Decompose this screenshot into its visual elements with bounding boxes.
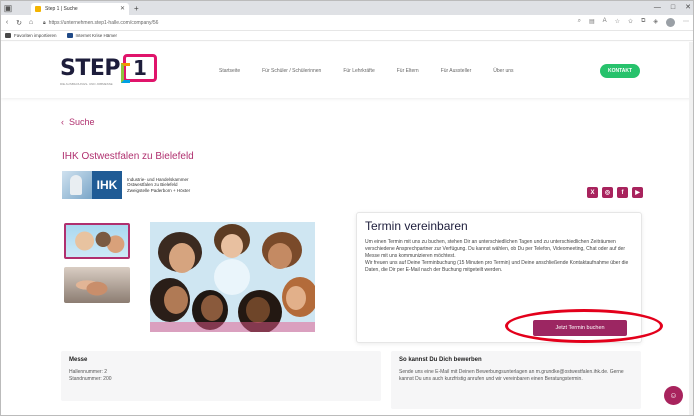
appointment-text-1: Um einen Termin mit uns zu buchen, stehe… — [365, 239, 625, 259]
close-window-icon[interactable]: ✕ — [685, 1, 691, 15]
nav-eltern[interactable]: Für Eltern — [397, 68, 419, 74]
ihk-logo-image — [62, 171, 92, 199]
messe-title: Messe — [69, 357, 88, 363]
bookmarks-bar: Favoriten importieren Internet Krise Häm… — [1, 31, 693, 41]
thumbnail-group-photo[interactable] — [64, 223, 130, 259]
bookmark-label: Internet Krise Hämer — [75, 33, 118, 38]
browser-tab-active[interactable]: Step 1 | Suche ✕ — [31, 3, 129, 15]
group-photo — [150, 222, 315, 332]
browser-window: ▣ Step 1 | Suche ✕ + — □ ✕ ‹ ↻ ⌂ 🔒︎ http… — [0, 0, 694, 416]
page-scrollbar[interactable] — [689, 42, 693, 415]
reload-icon[interactable]: ↻ — [13, 19, 25, 27]
back-label: Suche — [69, 117, 95, 127]
favorites-icon[interactable]: ✩ — [628, 18, 633, 27]
step1-logo[interactable]: STEP 1 — [60, 54, 158, 83]
tab-favicon-icon — [35, 6, 41, 12]
messe-card: Messe Hallennummer: 2 Standnummer: 200 — [61, 351, 381, 401]
site-header: STEP 1 DIE AUSBILDUNGS- UND JOBMESSE Sta… — [1, 42, 693, 98]
bookmark-favicon-icon — [66, 33, 73, 38]
tab-close-icon[interactable]: ✕ — [120, 5, 125, 12]
chat-button[interactable]: ☺ — [664, 386, 683, 405]
standnummer: Standnummer: 200 — [69, 376, 112, 382]
chevron-left-icon: ‹ — [61, 117, 64, 127]
social-links: X ◎ f ▶ — [587, 187, 643, 198]
tab-title: Step 1 | Suche — [45, 6, 78, 12]
back-arrow-icon[interactable]: ‹ — [1, 19, 13, 26]
nav-lehrkraefte[interactable]: Für Lehrkräfte — [343, 68, 374, 74]
nav-ueber-uns[interactable]: Über uns — [493, 68, 513, 74]
application-text: Sende uns eine E-Mail mit Deinen Bewerbu… — [399, 369, 624, 382]
new-tab-icon[interactable]: + — [134, 4, 139, 13]
youtube-icon[interactable]: ▶ — [632, 187, 643, 198]
minimize-icon[interactable]: — — [654, 1, 661, 15]
company-title: IHK Ostwestfalen zu Bielefeld — [62, 151, 194, 162]
back-to-search-link[interactable]: ‹ Suche — [61, 117, 95, 127]
reader-mode-icon[interactable]: ▤ — [589, 18, 595, 27]
ihk-line: Zweigstelle Paderborn + Höxter — [127, 187, 191, 193]
appointment-text-2: Wir freuen uns auf Deine Terminbuchung (… — [365, 260, 629, 273]
bookmark-label: Favoriten importieren — [14, 33, 57, 38]
profile-avatar[interactable] — [666, 18, 675, 27]
bookmark-import[interactable]: Favoriten importieren — [5, 33, 57, 38]
logo-badge: 1 — [121, 54, 158, 83]
hallennummer: Hallennummer: 2 — [69, 369, 108, 375]
application-card: So kannst Du Dich bewerben Sende uns ein… — [391, 351, 641, 409]
zoom-icon[interactable]: ⌕ — [578, 18, 581, 27]
home-icon[interactable]: ⌂ — [25, 19, 37, 26]
thumbnail-hands-photo[interactable] — [64, 267, 130, 303]
maximize-icon[interactable]: □ — [671, 1, 675, 15]
nav-schueler[interactable]: Für Schüler / Schülerinnen — [262, 68, 321, 74]
facebook-icon[interactable]: f — [617, 187, 628, 198]
nav-startseite[interactable]: Startseite — [219, 68, 240, 74]
main-navigation: Startseite Für Schüler / Schülerinnen Fü… — [219, 68, 536, 74]
url-text: https://unternehmen.step1-halle.com/comp… — [48, 19, 159, 26]
url-field[interactable]: 🔒︎ https://unternehmen.step1-halle.com/c… — [43, 20, 158, 26]
browser-tab-bar: ▣ Step 1 | Suche ✕ + — □ ✕ — [1, 1, 693, 15]
more-icon[interactable]: ⋯ — [683, 18, 689, 27]
book-appointment-button[interactable]: Jetzt Termin buchen — [533, 320, 627, 336]
person-icon: ☺ — [669, 391, 678, 400]
company-logo: IHK Industrie- und Handelskammer Ostwest… — [62, 171, 190, 199]
instagram-icon[interactable]: ◎ — [602, 187, 613, 198]
image-thumbnails — [64, 223, 130, 311]
collections-icon[interactable]: ⧉ — [641, 18, 645, 27]
bookmark-internet[interactable]: Internet Krise Hämer — [66, 33, 118, 38]
appointment-title: Termin vereinbaren — [365, 219, 468, 233]
logo-tagline: DIE AUSBILDUNGS- UND JOBMESSE — [60, 82, 113, 86]
application-title: So kannst Du Dich bewerben — [399, 357, 482, 363]
main-gallery-image — [150, 222, 315, 332]
address-bar-row: ‹ ↻ ⌂ 🔒︎ https://unternehmen.step1-halle… — [1, 15, 693, 31]
extension-icon[interactable]: ◈ — [653, 18, 658, 27]
logo-text: STEP — [60, 55, 121, 81]
ihk-logo-mark: IHK — [92, 171, 122, 199]
folder-icon — [5, 33, 11, 38]
kontakt-button[interactable]: KONTAKT — [600, 64, 640, 78]
ihk-logo-text: Industrie- und Handelskammer Ostwestfale… — [127, 177, 190, 194]
window-menu-icon[interactable]: ▣ — [1, 1, 15, 15]
xing-icon[interactable]: X — [587, 187, 598, 198]
nav-aussteller[interactable]: Für Aussteller — [441, 68, 472, 74]
read-aloud-icon[interactable]: A — [603, 18, 607, 27]
favorite-star-icon[interactable]: ☆ — [615, 18, 620, 27]
lock-icon: 🔒︎ — [43, 19, 46, 26]
